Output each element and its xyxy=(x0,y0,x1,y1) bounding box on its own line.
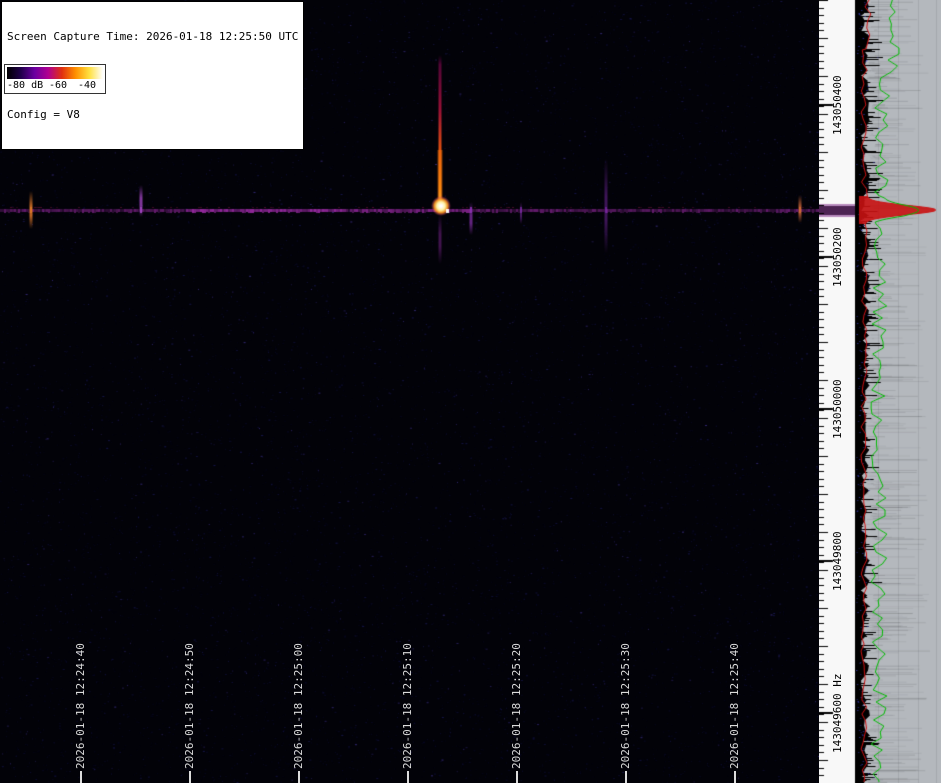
spectrum-graph-panel xyxy=(856,0,941,783)
color-scale-legend: -80 dB -60 -40 xyxy=(4,64,106,94)
capture-config-text: Config = V8 xyxy=(7,108,298,121)
frequency-tick-label: 143050400 xyxy=(831,75,844,135)
db-label-max: -40 xyxy=(78,80,96,91)
db-label-mid: -60 xyxy=(49,80,67,91)
spectrum-graph-canvas xyxy=(856,0,941,783)
frequency-tick-label: 143050000 xyxy=(831,379,844,439)
colormap-gradient-bar xyxy=(7,67,103,79)
capture-time-text: Screen Capture Time: 2026-01-18 12:25:50… xyxy=(7,30,298,43)
frequency-tick-label: 143049800 xyxy=(831,531,844,591)
frequency-tick-label: 143050200 xyxy=(831,227,844,287)
frequency-tick-label: 143049600 Hz xyxy=(831,673,844,752)
frequency-ruler: 143050400 143050200 143050000 143049800 1430… xyxy=(819,0,856,783)
color-scale-labels: -80 dB -60 -40 xyxy=(5,80,105,93)
spectrum-lab-capture: Screen Capture Time: 2026-01-18 12:25:50… xyxy=(0,0,941,783)
db-label-min: -80 dB xyxy=(7,80,43,91)
waterfall-panel: Screen Capture Time: 2026-01-18 12:25:50… xyxy=(0,0,819,783)
frequency-labels: 143050400 143050200 143050000 143049800 1430… xyxy=(819,0,856,783)
